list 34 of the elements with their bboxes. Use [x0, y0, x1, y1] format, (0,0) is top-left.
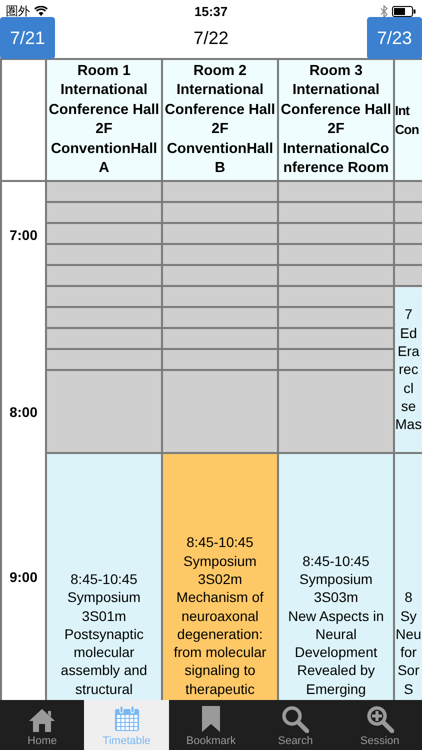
time-label: 7:00 [9, 227, 38, 243]
session-cell[interactable]: 8:45-10:45 Symposium 3S03m New Aspects in Neural Development Revealed by Emerging [279, 454, 393, 700]
next-day-button[interactable]: 7/23 [366, 17, 422, 59]
battery-icon [392, 6, 416, 16]
calendar-icon [112, 705, 141, 733]
session-cell[interactable]: 8 Sy Neu for Sor S [395, 454, 422, 700]
bookmark-icon [200, 705, 222, 733]
previous-day-button[interactable]: 7/21 [0, 17, 55, 59]
room-header: Room 2 International Conference Hall 2F ConventionHall B [163, 60, 277, 180]
clock-time: 15:37 [194, 4, 228, 18]
tab-bar-item[interactable]: Bookmark [168, 700, 254, 750]
unavailable-slot [395, 203, 422, 222]
wifi-icon [34, 6, 48, 16]
unavailable-slot [395, 245, 422, 264]
session-cell[interactable]: 7 Ed Era rec cl se Mas [395, 287, 422, 452]
tab-bar-item[interactable]: Search [253, 700, 338, 750]
zoom-in-icon [366, 705, 394, 733]
home-icon [28, 707, 56, 733]
room-header: Room 1 International Conference Hall 2F ConventionHall A [47, 60, 161, 180]
bluetooth-icon [380, 4, 388, 18]
unavailable-slot [395, 266, 422, 285]
tab-bar-item[interactable]: Home [0, 700, 84, 750]
room-header: Room 3 International Conference Hall 2F InternationalCo nference Room [279, 60, 393, 180]
tab-bar-item[interactable]: Session [338, 700, 422, 750]
time-label: 8:00 [9, 404, 38, 420]
date-title: 7/22 [193, 28, 229, 48]
carrier-text: 圏外 [6, 2, 30, 20]
unavailable-slot [395, 182, 422, 201]
unavailable-slot [395, 224, 422, 243]
room-header: Int Con [395, 60, 422, 180]
search-icon [281, 705, 310, 733]
time-label: 9:00 [9, 569, 38, 585]
session-cell[interactable]: 8:45-10:45 Symposium 3S02m Mechanism of neuroaxonal degeneration: from molecular signaling to therapeutic [163, 454, 277, 700]
session-cell[interactable]: 8:45-10:45 Symposium 3S01m Postsynaptic molecular assembly and structural [47, 454, 161, 700]
